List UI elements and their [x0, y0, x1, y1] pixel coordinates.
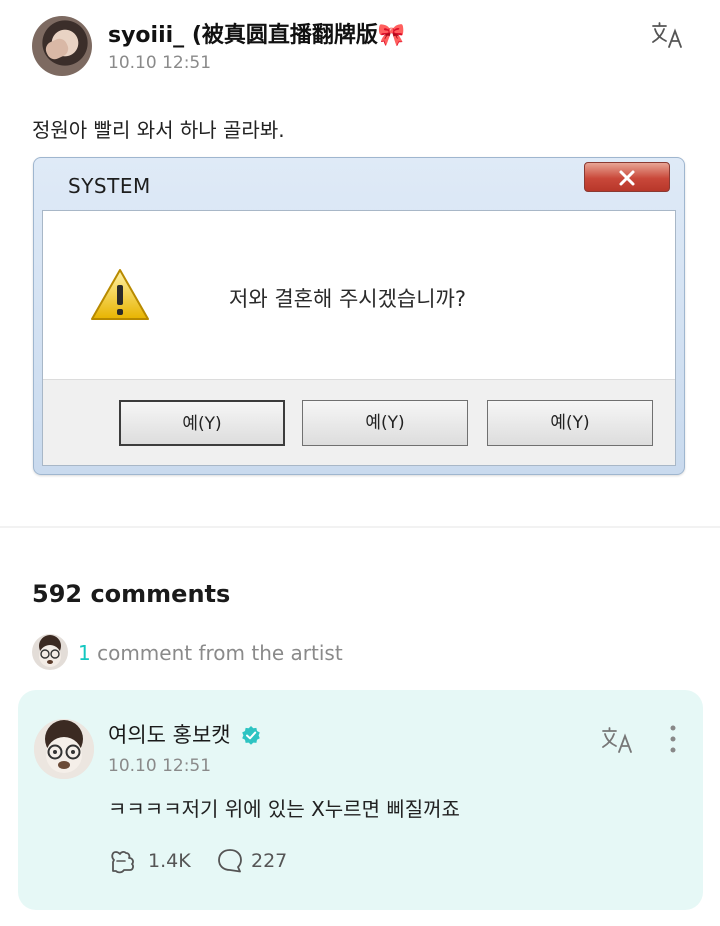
- post-header: syoiii_ (被真圆直播翻牌版🎀 10.10 12:51: [0, 0, 720, 90]
- dialog-footer: 예(Y) 예(Y) 예(Y): [43, 379, 675, 465]
- divider: [0, 526, 720, 528]
- system-dialog-image: SYSTEM 저와 결혼해 주시겠습니까? 예(Y) 예(Y) 예(Y): [33, 157, 685, 475]
- close-icon: [584, 162, 670, 192]
- artist-avatar[interactable]: [34, 719, 94, 779]
- dialog-yes-button-1: 예(Y): [119, 400, 285, 446]
- dialog-message: 저와 결혼해 주시겠습니까?: [229, 287, 467, 311]
- artist-name[interactable]: 여의도 홍보캣: [108, 719, 231, 749]
- reply-count: 227: [251, 850, 288, 872]
- artist-comments-link[interactable]: 1 comment from the artist: [32, 634, 632, 674]
- reply-icon[interactable]: [216, 847, 244, 875]
- artist-comment-text: ㅋㅋㅋㅋ저기 위에 있는 X누르면 삐질꺼죠: [108, 797, 460, 821]
- avatar[interactable]: [32, 16, 92, 76]
- like-count: 1.4K: [148, 850, 191, 872]
- translate-icon[interactable]: [650, 20, 686, 50]
- post-username[interactable]: syoiii_ (被真圆直播翻牌版🎀: [108, 17, 405, 49]
- verified-icon: [242, 726, 260, 745]
- artist-comments-label: 1 comment from the artist: [78, 641, 343, 665]
- artist-comment-timestamp: 10.10 12:51: [108, 756, 212, 776]
- artist-comment-text: comment from the artist: [90, 641, 343, 665]
- post-text: 정원아 빨리 와서 하나 골라봐.: [32, 118, 285, 142]
- comments-count: 592 comments: [32, 580, 231, 608]
- dialog-title: SYSTEM: [68, 174, 151, 198]
- translate-icon[interactable]: [600, 725, 636, 755]
- artist-comment-card: 여의도 홍보캣 10.10 12:51 ㅋㅋㅋㅋ저기 위에 있는 X누르면 삐질…: [18, 690, 703, 910]
- artist-mini-avatar: [32, 634, 68, 670]
- like-icon[interactable]: [108, 847, 138, 877]
- warning-icon: [91, 269, 149, 320]
- post-timestamp: 10.10 12:51: [108, 53, 212, 73]
- more-icon[interactable]: [663, 723, 683, 755]
- dialog-body: 저와 결혼해 주시겠습니까? 예(Y) 예(Y) 예(Y): [42, 210, 676, 466]
- dialog-yes-button-2: 예(Y): [302, 400, 468, 446]
- dialog-yes-button-3: 예(Y): [487, 400, 653, 446]
- artist-comment-count: 1: [78, 641, 91, 665]
